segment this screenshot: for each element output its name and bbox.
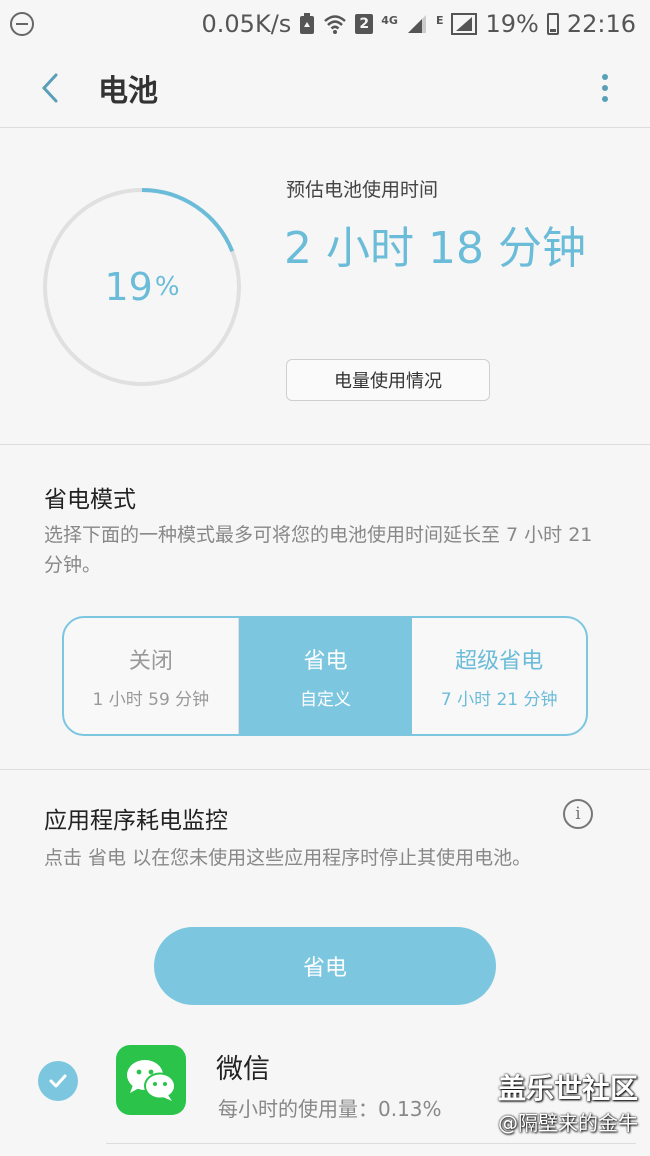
status-bar: 0.05K/s 2 4G E 19% 22:16 — [0, 0, 650, 48]
divider — [106, 1143, 636, 1144]
mode-off-option[interactable]: 关闭 1 小时 59 分钟 — [64, 618, 239, 734]
power-saving-description: 选择下面的一种模式最多可将您的电池使用时间延长至 7 小时 21 分钟。 — [44, 524, 593, 576]
battery-level: 19% — [40, 185, 244, 389]
power-mode-selector: 关闭 1 小时 59 分钟 省电 自定义 超级省电 7 小时 21 分钟 — [62, 616, 588, 736]
app-usage: 每小时的使用量：0.13% — [218, 1097, 442, 1121]
signal-strength-icon-2 — [451, 13, 478, 35]
more-dot-icon — [602, 73, 608, 80]
power-saving-title: 省电模式 — [44, 487, 136, 513]
checkbox[interactable] — [38, 1061, 78, 1101]
chevron-left-icon — [41, 73, 58, 102]
battery-level-number: 19 — [104, 265, 153, 309]
watermark-author: @隔壁来的金牛 — [498, 1111, 638, 1135]
watermark-site: 盖乐世社区 — [497, 1072, 638, 1105]
estimate-value: 2 小时 18 分钟 — [284, 223, 586, 274]
watermark: 盖乐世社区 @隔壁来的金牛 — [498, 1067, 638, 1136]
app-monitor-title: 应用程序耗电监控 — [44, 808, 228, 834]
mode-ultra-power-saving-option[interactable]: 超级省电 7 小时 21 分钟 — [412, 618, 586, 734]
estimate-label: 预估电池使用时间 — [286, 179, 439, 201]
status-indicators: 0.05K/s 2 4G E 19% 22:16 — [202, 10, 636, 38]
app-bar: 电池 — [0, 48, 650, 128]
battery-icon — [546, 13, 559, 35]
more-dot-icon — [602, 84, 608, 91]
page-title: 电池 — [98, 73, 158, 109]
mode-duration: 自定义 — [300, 689, 351, 710]
mode-duration: 7 小时 21 分钟 — [440, 689, 558, 710]
battery-usage-button[interactable]: 电量使用情况 — [286, 359, 490, 401]
save-power-button[interactable]: 省电 — [154, 927, 496, 1005]
power-saving-section: 省电模式 选择下面的一种模式最多可将您的电池使用时间延长至 7 小时 21 分钟… — [0, 446, 650, 770]
mode-power-saving-option[interactable]: 省电 自定义 — [238, 618, 413, 734]
battery-saver-icon — [299, 13, 315, 35]
wifi-icon — [323, 13, 347, 35]
mode-name: 省电 — [303, 648, 348, 674]
check-icon — [49, 1074, 67, 1088]
battery-percent-status: 19% — [485, 10, 539, 38]
network-speed: 0.05K/s — [201, 10, 292, 38]
clock: 22:16 — [566, 10, 636, 38]
sim-slot-badge: 2 — [355, 14, 374, 34]
battery-overview: 19% 预估电池使用时间 2 小时 18 分钟 电量使用情况 — [0, 129, 650, 445]
battery-level-unit: % — [154, 272, 180, 302]
app-name: 微信 — [216, 1054, 270, 1085]
back-button[interactable] — [20, 58, 80, 118]
network-e-label: E — [435, 14, 444, 27]
network-4g-label: 4G — [381, 14, 398, 27]
wechat-icon — [116, 1045, 186, 1115]
mode-name: 关闭 — [128, 648, 173, 674]
signal-strength-icon — [406, 13, 428, 35]
do-not-disturb-icon — [10, 12, 34, 36]
app-monitor-description: 点击 省电 以在您未使用这些应用程序时停止其使用电池。 — [44, 847, 532, 869]
mode-name: 超级省电 — [455, 648, 544, 674]
more-options-button[interactable] — [602, 73, 608, 102]
mode-duration: 1 小时 59 分钟 — [92, 689, 210, 710]
info-icon[interactable]: i — [563, 799, 593, 829]
more-dot-icon — [602, 95, 608, 102]
